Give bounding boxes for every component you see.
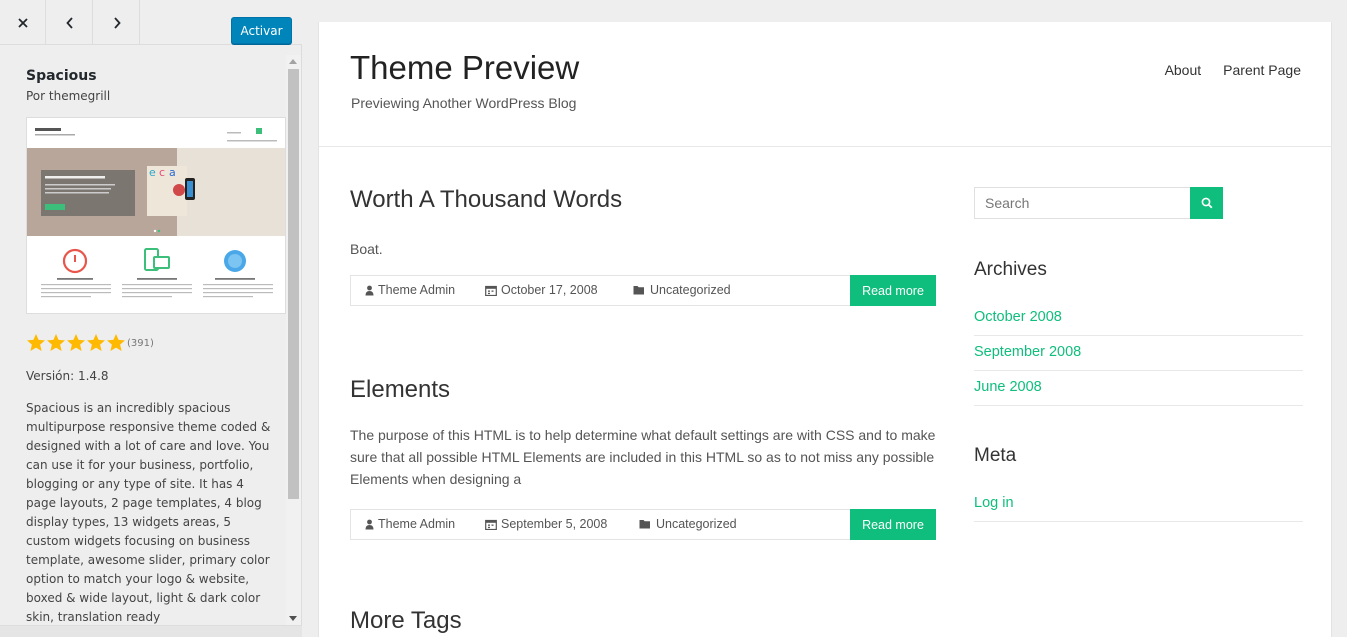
panel-scrollbar[interactable] — [286, 55, 301, 625]
star-icon — [47, 334, 65, 351]
theme-author: Por themegrill — [26, 89, 111, 103]
scroll-down-arrow-icon[interactable] — [289, 616, 297, 621]
calendar-icon — [485, 285, 497, 296]
previous-theme-button[interactable] — [47, 0, 93, 45]
theme-screenshot: e c a — [26, 117, 286, 314]
next-theme-button[interactable] — [94, 0, 140, 45]
theme-description: Spacious is an incredibly spacious multi… — [26, 401, 271, 624]
scrollbar-thumb[interactable] — [288, 69, 299, 499]
post-meta: Theme Admin September 5, 2008 Uncategori… — [350, 509, 936, 540]
panel-header: Activar — [0, 0, 302, 45]
post-date-text: October 17, 2008 — [501, 283, 598, 297]
post-date[interactable]: September 5, 2008 — [485, 517, 607, 531]
search-icon — [1201, 197, 1212, 209]
meta-link-login[interactable]: Log in — [974, 487, 1303, 522]
post-category-text: Uncategorized — [650, 283, 731, 297]
close-icon — [17, 17, 28, 28]
star-rating: (391) — [26, 333, 286, 352]
customizer-panel: Activar Spacious Por themegrill e c a (3… — [0, 0, 302, 637]
scroll-up-arrow-icon[interactable] — [289, 59, 297, 64]
post-category-text: Uncategorized — [656, 517, 737, 531]
svg-text:c: c — [159, 166, 165, 179]
read-more-button[interactable]: Read more — [850, 275, 936, 306]
post-author-name: Theme Admin — [378, 517, 456, 531]
search-button[interactable] — [1190, 187, 1223, 219]
activate-button[interactable]: Activar — [231, 17, 292, 44]
theme-name: Spacious — [26, 68, 97, 84]
post-date-text: September 5, 2008 — [501, 517, 608, 531]
post-meta: Theme Admin October 17, 2008 Uncategoriz… — [350, 275, 936, 306]
panel-footer — [0, 625, 302, 637]
search-input[interactable] — [975, 188, 1191, 218]
chevron-right-icon — [113, 16, 121, 29]
rating-count: (391) — [127, 338, 154, 349]
post-title[interactable]: Elements — [350, 376, 450, 404]
close-button[interactable] — [0, 0, 46, 45]
site-description: Previewing Another WordPress Blog — [351, 95, 577, 111]
calendar-icon — [485, 519, 497, 530]
theme-details: Spacious Por themegrill e c a (391) Vers… — [0, 46, 286, 625]
folder-icon — [633, 286, 644, 295]
theme-version: Versión: 1.4.8 — [26, 369, 109, 383]
folder-icon — [639, 520, 650, 529]
post-category[interactable]: Uncategorized — [633, 283, 731, 297]
archive-link[interactable]: September 2008 — [974, 336, 1303, 371]
nav-item-about[interactable]: About — [1165, 62, 1202, 78]
star-icon — [27, 334, 45, 351]
site-title[interactable]: Theme Preview — [350, 49, 579, 87]
read-more-button[interactable]: Read more — [850, 509, 936, 540]
user-icon — [365, 285, 374, 295]
post-excerpt: Boat. — [350, 241, 383, 257]
archive-link[interactable]: June 2008 — [974, 371, 1303, 406]
post-title[interactable]: More Tags — [350, 607, 462, 635]
meta-title: Meta — [974, 445, 1017, 466]
star-icon — [87, 334, 105, 351]
svg-text:a: a — [169, 166, 176, 179]
post-date[interactable]: October 17, 2008 — [485, 283, 598, 297]
nav-item-parent-page[interactable]: Parent Page — [1223, 62, 1301, 78]
svg-text:e: e — [149, 166, 156, 179]
archives-title: Archives — [974, 259, 1047, 280]
post-author[interactable]: Theme Admin — [365, 283, 455, 297]
theme-screenshot-image: e c a — [27, 118, 285, 313]
user-icon — [365, 519, 374, 529]
main-navigation: About Parent Page — [1165, 62, 1301, 78]
chevron-left-icon — [65, 16, 73, 29]
post-title[interactable]: Worth A Thousand Words — [350, 186, 622, 214]
search-field — [974, 187, 1191, 219]
post-author[interactable]: Theme Admin — [365, 517, 455, 531]
post-excerpt: The purpose of this HTML is to help dete… — [350, 427, 936, 487]
star-icon — [67, 334, 85, 351]
header-divider — [319, 146, 1331, 147]
star-icon — [107, 334, 125, 351]
archive-link[interactable]: October 2008 — [974, 301, 1303, 336]
post-author-name: Theme Admin — [378, 283, 456, 297]
post-category[interactable]: Uncategorized — [639, 517, 737, 531]
theme-preview-frame: Theme Preview Previewing Another WordPre… — [318, 22, 1332, 637]
